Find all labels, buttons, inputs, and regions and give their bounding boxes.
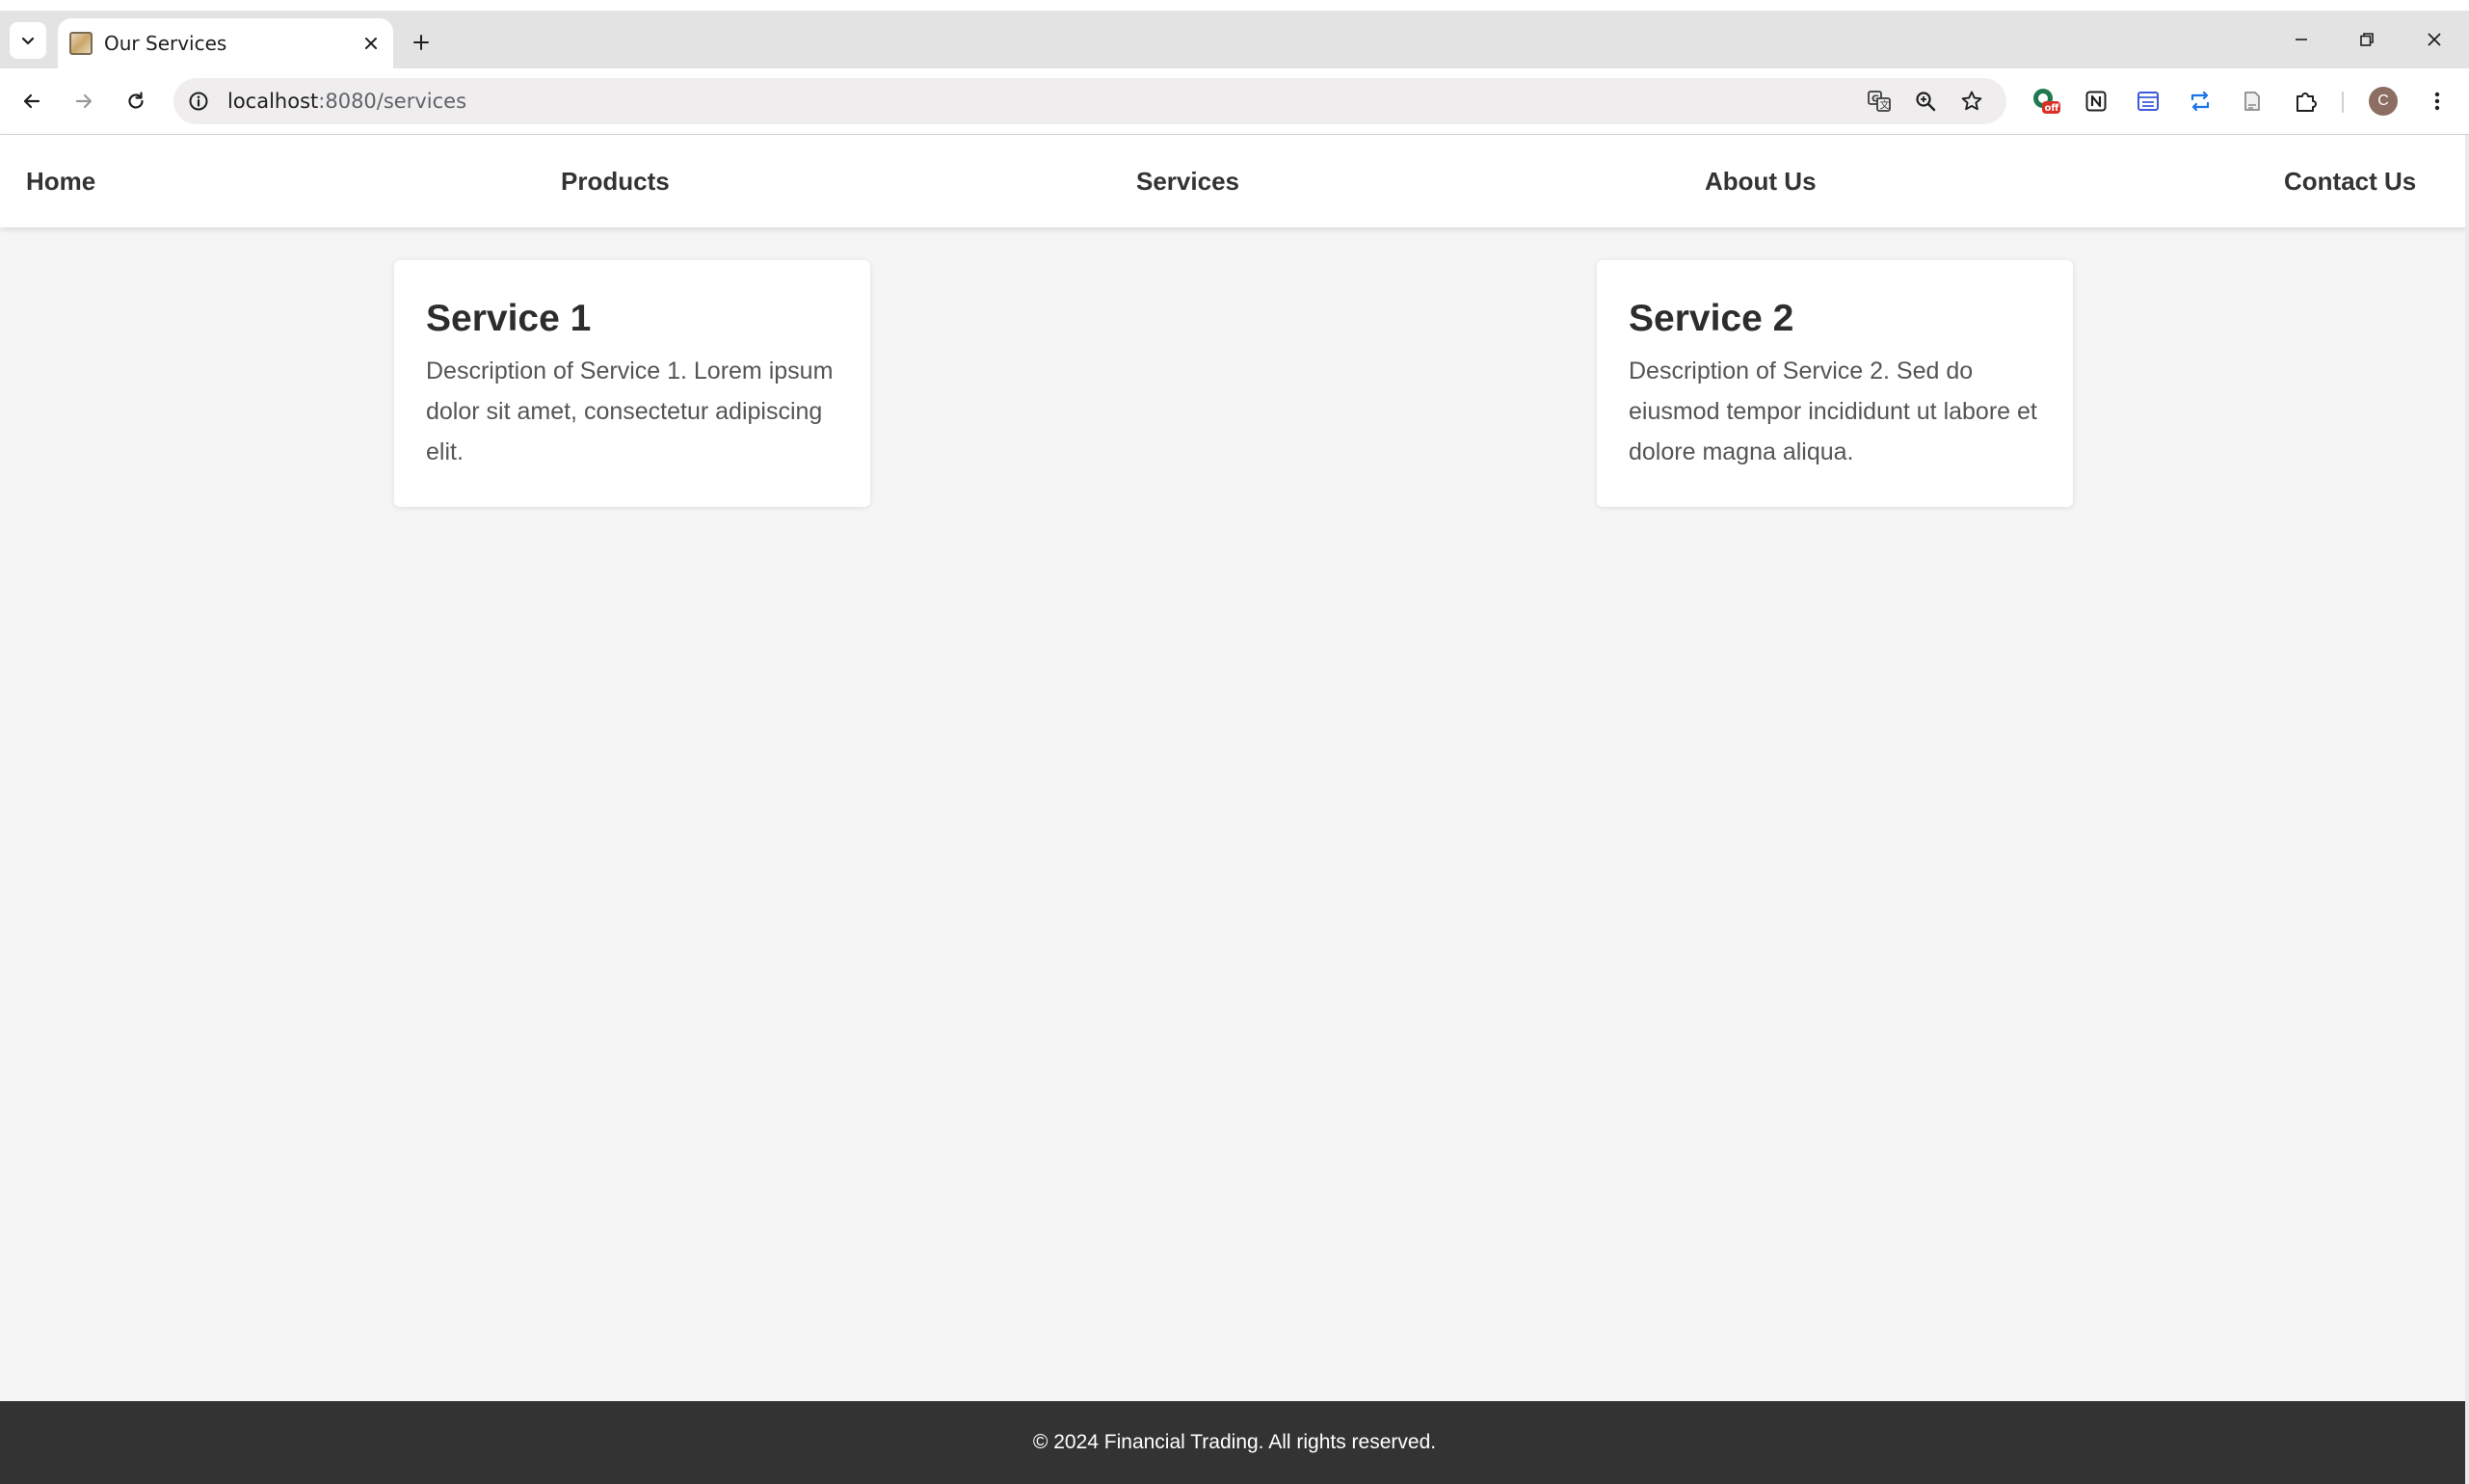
arrow-left-icon — [23, 93, 40, 109]
extensions-menu-button[interactable] — [2290, 85, 2323, 118]
sync-extension-button[interactable] — [2184, 85, 2217, 118]
puzzle-icon — [2296, 93, 2317, 112]
page-content: Home Products Services About Us Contact … — [0, 135, 2469, 1484]
star-icon — [1961, 91, 1982, 111]
service-description: Description of Service 2. Sed do eiusmod… — [1629, 358, 2037, 465]
tab-close-button[interactable] — [358, 31, 384, 56]
service-title: Service 1 — [426, 298, 592, 339]
bookmark-button[interactable] — [1958, 88, 1985, 115]
nav-link-services[interactable]: Services — [1136, 135, 1239, 227]
nav-link-home[interactable]: Home — [26, 135, 95, 227]
window-edge — [2465, 135, 2469, 1484]
forward-button[interactable] — [67, 85, 100, 118]
arrow-right-icon — [75, 93, 93, 109]
service-description: Description of Service 1. Lorem ipsum do… — [426, 358, 834, 465]
restore-button[interactable] — [2338, 20, 2396, 59]
plus-icon — [413, 35, 429, 50]
site-footer: © 2024 Financial Trading. All rights res… — [0, 1401, 2469, 1484]
tab-strip: Our Services — [0, 11, 2469, 68]
repeat-icon — [2190, 91, 2210, 112]
svg-text:文: 文 — [1880, 99, 1890, 112]
site-info-icon[interactable] — [187, 90, 210, 113]
more-vertical-icon — [2434, 92, 2440, 111]
address-bar[interactable]: localhost:8080/services G 文 — [173, 78, 2006, 124]
browser-toolbar: localhost:8080/services G 文 off C — [0, 68, 2469, 135]
tab-title: Our Services — [104, 32, 227, 55]
toolbar-divider — [2342, 92, 2344, 113]
nav-link-about-us[interactable]: About Us — [1705, 135, 1817, 227]
footer-copyright: © 2024 Financial Trading. All rights res… — [1032, 1431, 1437, 1453]
window-panel-icon — [2137, 92, 2159, 111]
back-button[interactable] — [15, 85, 48, 118]
zoom-button[interactable] — [1912, 88, 1939, 115]
notion-extension-button[interactable] — [2080, 85, 2112, 118]
restore-icon — [2360, 33, 2374, 46]
translate-icon: G 文 — [1868, 91, 1891, 112]
url-host: localhost — [227, 90, 319, 113]
reload-icon — [128, 92, 144, 109]
extension-toggle-button[interactable]: off — [2030, 85, 2062, 118]
url-path: :8080/services — [318, 90, 467, 113]
tab-search-button[interactable] — [10, 22, 46, 59]
chevron-down-icon — [21, 37, 35, 45]
browser-tab-active[interactable]: Our Services — [58, 18, 393, 68]
minimize-icon — [2296, 39, 2307, 40]
notion-icon — [2085, 91, 2107, 112]
service-card: Service 2 Description of Service 2. Sed … — [1597, 260, 2073, 507]
service-card: Service 1 Description of Service 1. Lore… — [394, 260, 870, 507]
zoom-icon — [1916, 92, 1936, 112]
site-navigation: Home Products Services About Us Contact … — [0, 135, 2469, 227]
window-close-button[interactable] — [2405, 20, 2463, 59]
window-top-border — [0, 0, 2469, 11]
browser-menu-button[interactable] — [2421, 85, 2454, 118]
profile-avatar[interactable]: C — [2369, 87, 2398, 116]
extension-badge: off — [2045, 103, 2060, 114]
new-tab-button[interactable] — [405, 26, 438, 59]
service-title: Service 2 — [1629, 298, 1794, 339]
translate-button[interactable]: G 文 — [1866, 88, 1893, 115]
document-icon — [2244, 92, 2260, 111]
favicon-icon — [69, 32, 93, 55]
reload-button[interactable] — [119, 85, 152, 118]
close-icon — [365, 38, 377, 49]
extension-off-icon: off — [2033, 89, 2060, 114]
nav-link-contact-us[interactable]: Contact Us — [2284, 135, 2416, 227]
minimize-button[interactable] — [2272, 20, 2330, 59]
document-extension-button[interactable] — [2236, 85, 2269, 118]
reader-extension-button[interactable] — [2132, 85, 2164, 118]
info-icon — [189, 92, 208, 111]
close-icon — [2428, 33, 2441, 46]
nav-link-products[interactable]: Products — [561, 135, 670, 227]
url-text: localhost:8080/services — [227, 78, 466, 124]
